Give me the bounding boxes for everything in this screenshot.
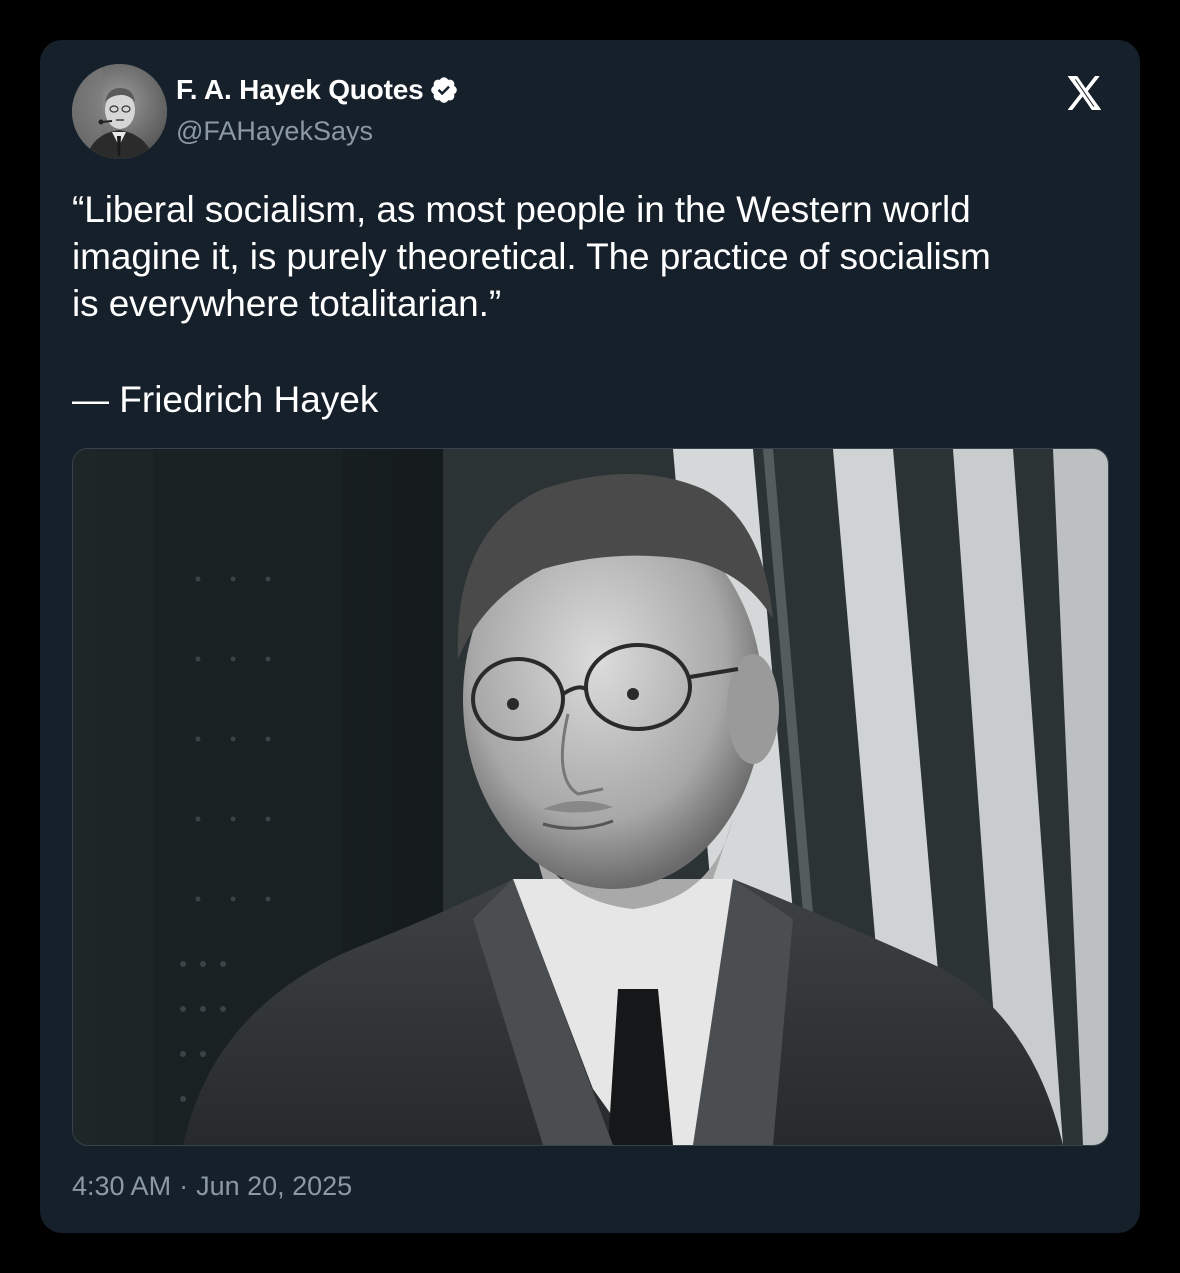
tweet-text-line: is everywhere totalitarian.” xyxy=(72,283,502,324)
tweet-text-line: “Liberal socialism, as most people in th… xyxy=(72,189,971,230)
author-handle[interactable]: @FAHayekSays xyxy=(176,116,373,147)
tweet-photo[interactable] xyxy=(72,448,1109,1146)
portrait-avatar-image xyxy=(72,64,167,159)
tweet-text-line: imagine it, is purely theoretical. The p… xyxy=(72,236,991,277)
avatar[interactable] xyxy=(72,64,167,159)
quote-attribution: — Friedrich Hayek xyxy=(72,379,379,420)
portrait-photo xyxy=(73,449,1108,1145)
author-name-row: F. A. Hayek Quotes xyxy=(176,72,459,108)
timestamp-separator: · xyxy=(179,1171,189,1201)
verified-badge-icon xyxy=(431,77,458,103)
tweet-card: F. A. Hayek Quotes @FAHayekSays “Liberal… xyxy=(40,40,1140,1233)
tweet-time: 4:30 AM xyxy=(72,1171,172,1201)
tweet-text: “Liberal socialism, as most people in th… xyxy=(72,186,1112,327)
tweet-timestamp[interactable]: 4:30 AM · Jun 20, 2025 xyxy=(72,1171,352,1202)
author-display-name[interactable]: F. A. Hayek Quotes xyxy=(176,74,424,106)
x-logo-icon[interactable] xyxy=(1062,72,1106,114)
tweet-date: Jun 20, 2025 xyxy=(196,1171,353,1201)
